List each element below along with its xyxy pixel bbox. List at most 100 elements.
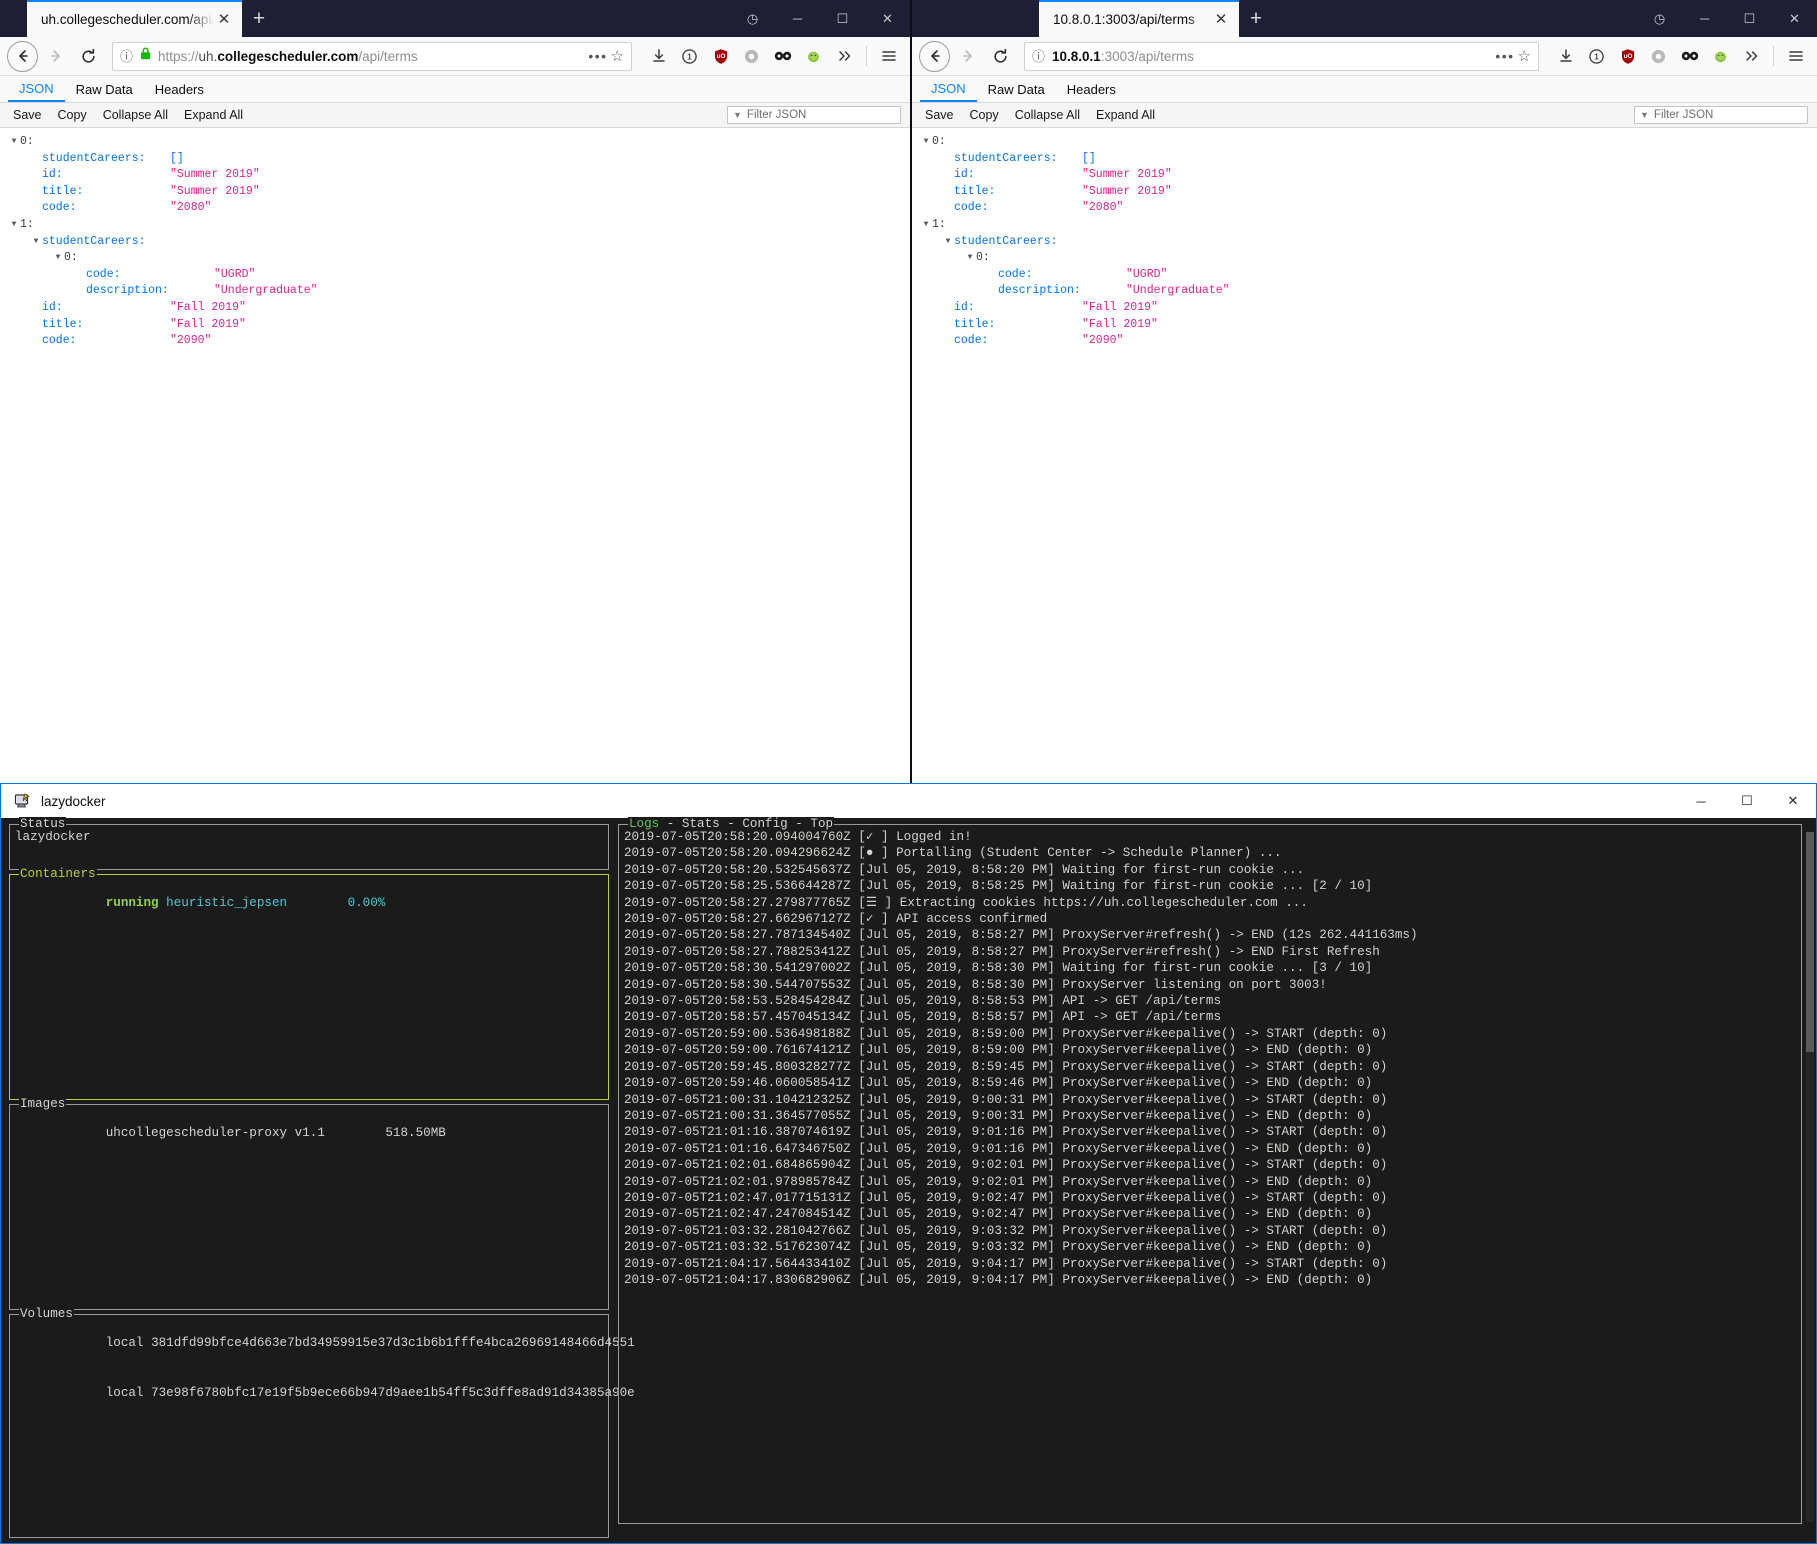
json-row[interactable]: ▼ 0: (912, 251, 1817, 268)
address-bar[interactable]: ⓘ 10.8.0.1:3003/api/terms ••• ☆ (1024, 41, 1539, 71)
json-row[interactable]: code: "2080" (0, 201, 910, 218)
copy-button[interactable]: Copy (963, 107, 1006, 123)
json-row[interactable]: id: "Summer 2019" (912, 168, 1817, 185)
bookmark-star-icon[interactable]: ☆ (1518, 47, 1531, 65)
copy-button[interactable]: Copy (51, 107, 94, 123)
minimize-button[interactable]: ─ (1682, 4, 1727, 34)
disclosure-triangle-icon[interactable]: ▼ (8, 220, 20, 229)
json-row[interactable]: title: "Summer 2019" (0, 185, 910, 202)
json-row[interactable]: title: "Fall 2019" (912, 318, 1817, 335)
json-row[interactable]: id: "Fall 2019" (0, 301, 910, 318)
tab-json[interactable]: JSON (8, 76, 65, 102)
disclosure-triangle-icon[interactable]: ▼ (942, 237, 954, 246)
new-tab-button[interactable]: + (242, 4, 276, 34)
download-icon[interactable] (644, 42, 673, 71)
json-tree-left[interactable]: ▼ 0: studentCareers:[] id: "Summer 2019" titl… (0, 128, 910, 783)
json-row[interactable]: description: "Undergraduate" (0, 284, 910, 301)
overflow-icon[interactable] (830, 42, 859, 71)
history-clock-icon[interactable]: ◷ (730, 4, 775, 34)
greenshot-icon[interactable] (799, 42, 828, 71)
filter-json-input[interactable]: ▼ Filter JSON (1634, 106, 1808, 124)
logs-panel[interactable]: Logs - Stats - Config - Top 2019-07-05T2… (618, 817, 1802, 1524)
expand-all-button[interactable]: Expand All (177, 107, 250, 123)
containers-panel[interactable]: Containers running heuristic_jepsen 0.00… (9, 867, 609, 1100)
cookie-autodelete-icon[interactable] (1675, 42, 1704, 71)
volume-row[interactable]: local 381dfd99bfce4d663e7bd34959915e37d3… (15, 1319, 635, 1368)
disclosure-triangle-icon[interactable]: ▼ (920, 220, 932, 229)
json-row[interactable]: description: "Undergraduate" (912, 284, 1817, 301)
privacy-badger-icon[interactable] (1644, 42, 1673, 71)
hamburger-menu-icon[interactable] (874, 42, 903, 71)
overflow-icon[interactable] (1737, 42, 1766, 71)
log-lines-container[interactable]: 2019-07-05T20:58:20.094004760Z [✓ ] Logg… (624, 829, 1796, 1288)
reload-button[interactable] (73, 41, 104, 72)
tab-raw-data[interactable]: Raw Data (977, 76, 1056, 102)
greenshot-icon[interactable] (1706, 42, 1735, 71)
maximize-button[interactable]: ☐ (1727, 4, 1772, 34)
save-button[interactable]: Save (918, 107, 961, 123)
browser-tab-active[interactable]: uh.collegescheduler.com/api/terms ✕ (27, 0, 242, 37)
collapse-all-button[interactable]: Collapse All (1008, 107, 1087, 123)
browser-tab-active[interactable]: 10.8.0.1:3003/api/terms ✕ (1039, 0, 1239, 37)
cookie-autodelete-icon[interactable] (768, 42, 797, 71)
json-row[interactable]: title: "Fall 2019" (0, 318, 910, 335)
close-button[interactable]: ✕ (1772, 4, 1817, 34)
json-row[interactable]: studentCareers: [] (912, 152, 1817, 169)
tab-close-icon[interactable]: ✕ (1211, 10, 1231, 30)
tab-headers[interactable]: Headers (144, 76, 215, 102)
json-row[interactable]: studentCareers: [] (0, 152, 910, 169)
page-actions-icon[interactable]: ••• (588, 48, 607, 64)
reload-button[interactable] (985, 41, 1016, 72)
ublock-origin-icon[interactable]: uO (706, 42, 735, 71)
disclosure-triangle-icon[interactable]: ▼ (30, 237, 42, 246)
disclosure-triangle-icon[interactable]: ▼ (52, 253, 64, 262)
site-info-icon[interactable]: ⓘ (1032, 50, 1045, 63)
logs-other-tabs-label[interactable]: - Stats - Config - Top (659, 817, 833, 831)
tab-close-icon[interactable]: ✕ (214, 10, 234, 30)
json-row[interactable]: code: "UGRD" (0, 268, 910, 285)
json-row[interactable]: ▼ 1: (912, 218, 1817, 235)
images-panel[interactable]: Images uhcollegescheduler-proxy v1.1 518… (9, 1097, 609, 1310)
filter-json-input[interactable]: ▼ Filter JSON (727, 106, 901, 124)
volumes-panel[interactable]: Volumes local 381dfd99bfce4d663e7bd34959… (9, 1307, 635, 1538)
json-tree-right[interactable]: ▼ 0: studentCareers:[] id: "Summer 2019" titl… (912, 128, 1817, 783)
minimize-button[interactable]: ─ (775, 4, 820, 34)
history-clock-icon[interactable]: ◷ (1637, 4, 1682, 34)
download-icon[interactable] (1551, 42, 1580, 71)
json-row[interactable]: code: "2090" (912, 334, 1817, 351)
minimize-button[interactable]: ─ (1678, 784, 1724, 818)
disclosure-triangle-icon[interactable]: ▼ (920, 137, 932, 146)
disclosure-triangle-icon[interactable]: ▼ (964, 253, 976, 262)
json-row[interactable]: code: "2090" (0, 334, 910, 351)
json-row[interactable]: ▼ studentCareers: (912, 235, 1817, 252)
tab-json[interactable]: JSON (920, 76, 977, 102)
maximize-button[interactable]: ☐ (1724, 784, 1770, 818)
status-panel[interactable]: Status lazydocker (9, 817, 609, 870)
close-button[interactable]: ✕ (865, 4, 910, 34)
json-row[interactable]: ▼ studentCareers: (0, 235, 910, 252)
save-button[interactable]: Save (6, 107, 49, 123)
json-row[interactable]: title: "Summer 2019" (912, 185, 1817, 202)
ublock-origin-icon[interactable]: uO (1613, 42, 1642, 71)
json-row[interactable]: id: "Summer 2019" (0, 168, 910, 185)
close-button[interactable]: ✕ (1770, 784, 1816, 818)
collapse-all-button[interactable]: Collapse All (96, 107, 175, 123)
site-info-icon[interactable]: ⓘ (120, 50, 133, 63)
back-button[interactable] (7, 40, 38, 72)
new-tab-button[interactable]: + (1239, 4, 1273, 34)
json-row[interactable]: ▼ 0: (912, 135, 1817, 152)
json-row[interactable]: ▼ 1: (0, 218, 910, 235)
bookmark-star-icon[interactable]: ☆ (611, 47, 624, 65)
json-row[interactable]: ▼ 0: (0, 135, 910, 152)
disclosure-triangle-icon[interactable]: ▼ (8, 137, 20, 146)
privacy-badger-icon[interactable] (737, 42, 766, 71)
maximize-button[interactable]: ☐ (820, 4, 865, 34)
json-row[interactable]: ▼ 0: (0, 251, 910, 268)
json-row[interactable]: code: "2080" (912, 201, 1817, 218)
scrollbar-thumb[interactable] (1806, 832, 1814, 1052)
tab-raw-data[interactable]: Raw Data (65, 76, 144, 102)
page-actions-icon[interactable]: ••• (1495, 48, 1514, 64)
logs-tab-label[interactable]: Logs (629, 817, 659, 831)
json-row[interactable]: code: "UGRD" (912, 268, 1817, 285)
volume-row[interactable]: local 73e98f6780bfc17e19f5b9ece66b947d9a… (15, 1368, 635, 1417)
